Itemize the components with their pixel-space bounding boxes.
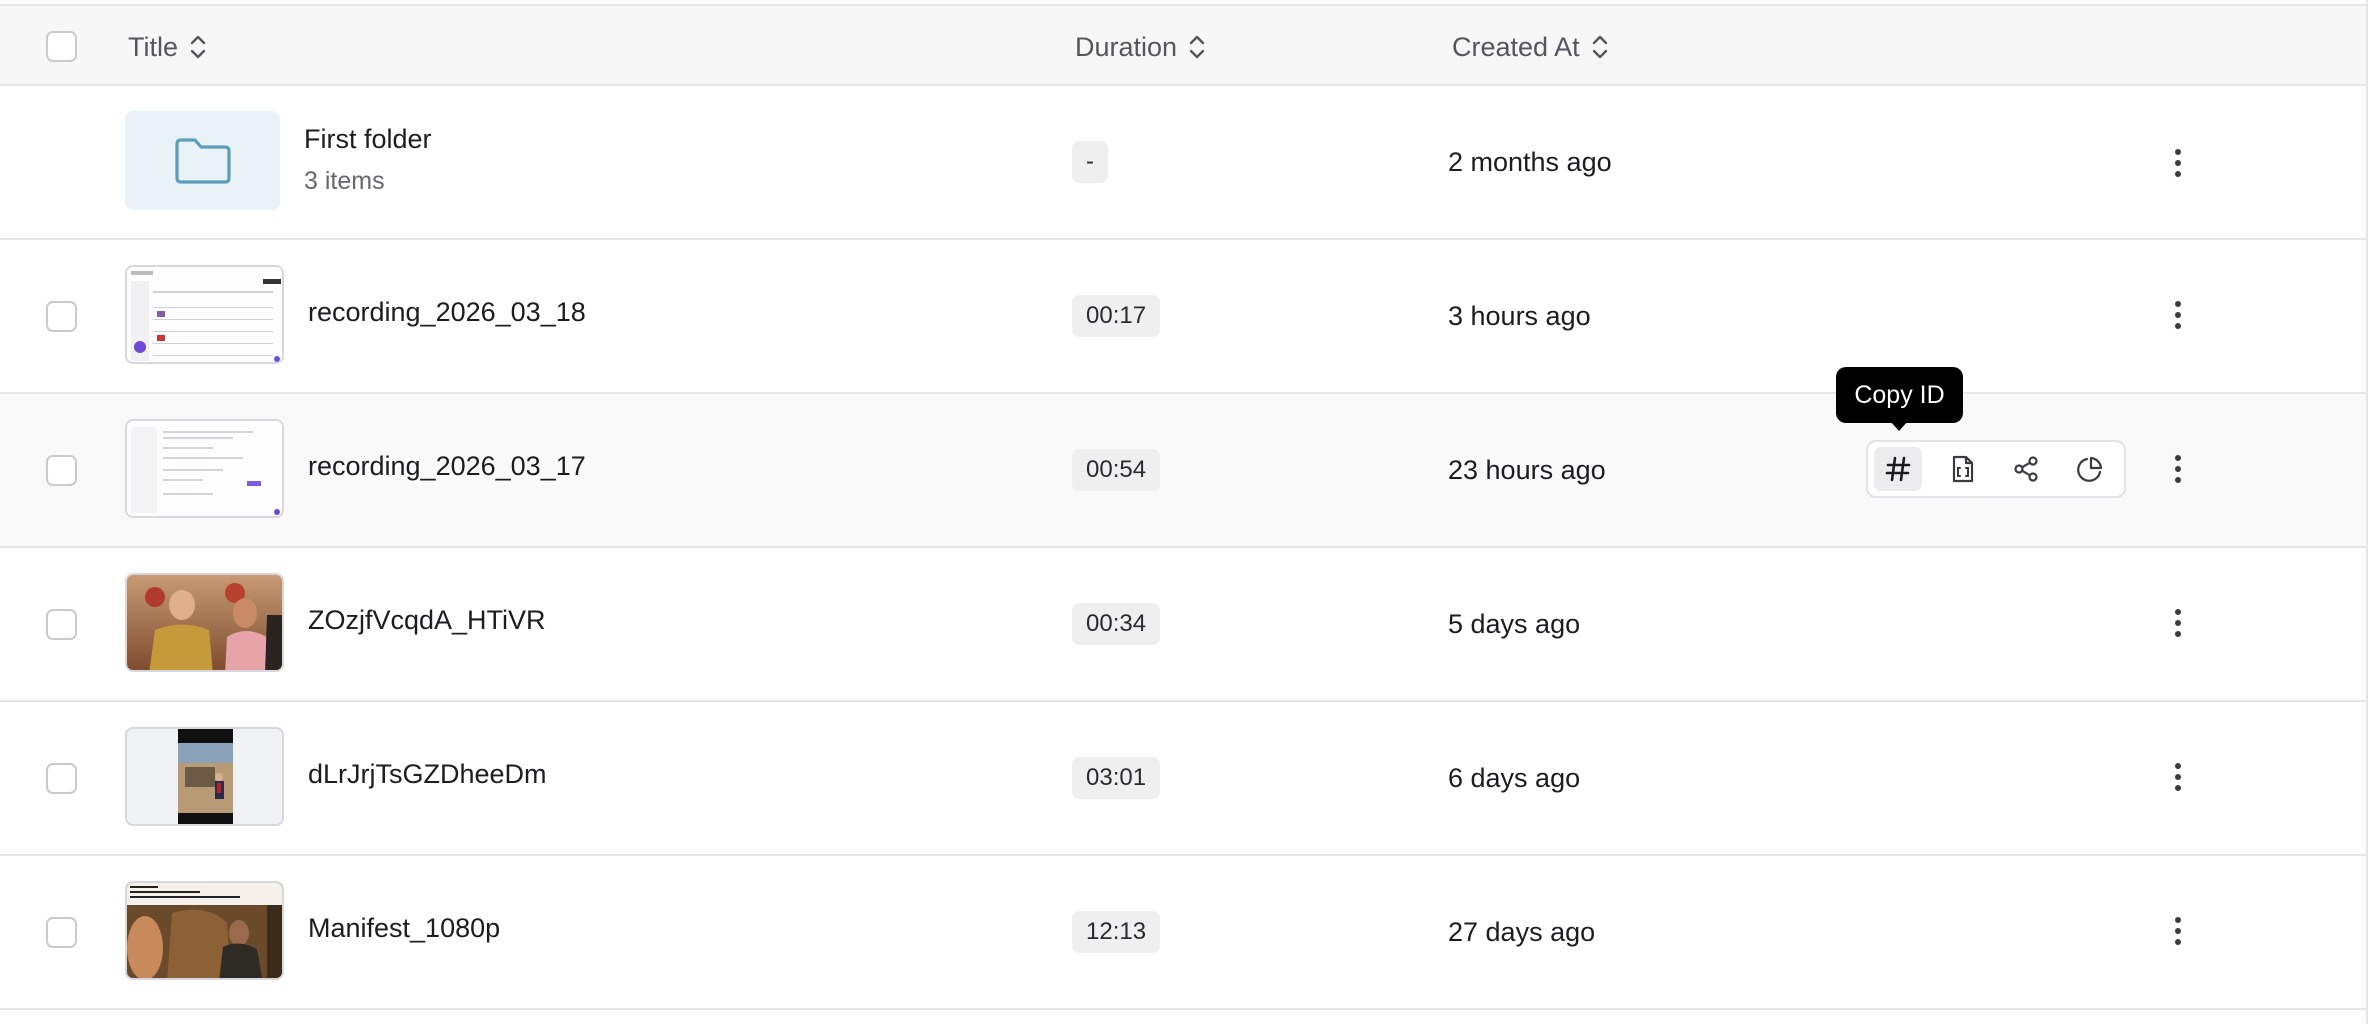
duration-badge: 12:13: [1072, 911, 1161, 953]
row-checkbox[interactable]: [46, 609, 77, 640]
more-options-icon[interactable]: [2166, 295, 2190, 335]
more-options-icon[interactable]: [2166, 757, 2190, 797]
more-options-icon[interactable]: [2166, 143, 2190, 183]
analytics-button[interactable]: [2066, 447, 2114, 491]
created-column-header[interactable]: Created At: [1452, 6, 1610, 88]
row-checkbox[interactable]: [46, 455, 77, 486]
row-actions-toolbar: [1866, 440, 2126, 498]
created-column-label: Created At: [1452, 31, 1580, 62]
duration-column-header[interactable]: Duration: [1075, 6, 1207, 88]
video-thumbnail[interactable]: [125, 727, 284, 826]
video-thumbnail[interactable]: [125, 265, 284, 364]
table-row[interactable]: dLrJrjTsGZDheeDm 03:01 6 days ago: [0, 702, 2366, 856]
video-thumbnail[interactable]: [125, 881, 284, 980]
row-title[interactable]: recording_2026_03_18: [308, 297, 586, 328]
tooltip-arrow: [1890, 421, 1908, 431]
duration-column-label: Duration: [1075, 31, 1178, 62]
row-title[interactable]: ZOzjfVcqdA_HTiVR: [308, 605, 546, 636]
folder-icon: [174, 137, 231, 184]
folder-thumbnail: [125, 111, 280, 210]
copy-id-button[interactable]: [1874, 447, 1922, 491]
created-at: 23 hours ago: [1448, 455, 1606, 485]
share-icon: [2014, 456, 2038, 482]
table-row[interactable]: Manifest_1080p 12:13 27 days ago: [0, 856, 2366, 1010]
folder-item-count: 3 items: [304, 167, 385, 195]
table-row[interactable]: First folder 3 items - 2 months ago: [0, 86, 2366, 240]
row-title[interactable]: First folder: [304, 124, 432, 155]
file-code-icon: [1952, 455, 1974, 483]
table-header: Title Duration Created At: [0, 4, 2366, 86]
copy-id-tooltip: Copy ID: [1836, 367, 1963, 423]
row-title[interactable]: recording_2026_03_17: [308, 451, 586, 482]
more-options-icon[interactable]: [2166, 603, 2190, 643]
hash-icon: [1885, 456, 1911, 482]
table-row[interactable]: ZOzjfVcqdA_HTiVR 00:34 5 days ago: [0, 548, 2366, 702]
title-column-label: Title: [128, 31, 179, 62]
row-checkbox[interactable]: [46, 917, 77, 948]
share-button[interactable]: [2002, 447, 2050, 491]
duration-badge: 00:34: [1072, 603, 1161, 645]
created-at: 27 days ago: [1448, 917, 1596, 947]
duration-badge: -: [1072, 141, 1108, 183]
table-row[interactable]: recording_2026_03_18 00:17 3 hours ago: [0, 240, 2366, 394]
row-checkbox[interactable]: [46, 301, 77, 332]
created-at: 5 days ago: [1448, 609, 1581, 639]
duration-badge: 00:17: [1072, 295, 1161, 337]
row-title[interactable]: Manifest_1080p: [308, 913, 500, 944]
select-all-checkbox[interactable]: [46, 31, 77, 62]
more-options-icon[interactable]: [2166, 449, 2190, 489]
created-at: 2 months ago: [1448, 147, 1612, 177]
pie-chart-icon: [2077, 456, 2103, 482]
video-thumbnail[interactable]: [125, 419, 284, 518]
row-checkbox[interactable]: [46, 763, 77, 794]
videos-table: Title Duration Created At First folder 3…: [0, 0, 2368, 1024]
title-column-header[interactable]: Title: [128, 6, 208, 88]
video-thumbnail[interactable]: [125, 573, 284, 672]
embed-code-button[interactable]: [1938, 447, 1986, 491]
created-at: 3 hours ago: [1448, 301, 1591, 331]
sort-icon: [1187, 33, 1207, 61]
more-options-icon[interactable]: [2166, 911, 2190, 951]
duration-badge: 00:54: [1072, 449, 1161, 491]
sort-icon: [1590, 33, 1610, 61]
sort-icon: [188, 33, 208, 61]
row-title[interactable]: dLrJrjTsGZDheeDm: [308, 759, 547, 790]
duration-badge: 03:01: [1072, 757, 1161, 799]
created-at: 6 days ago: [1448, 763, 1581, 793]
